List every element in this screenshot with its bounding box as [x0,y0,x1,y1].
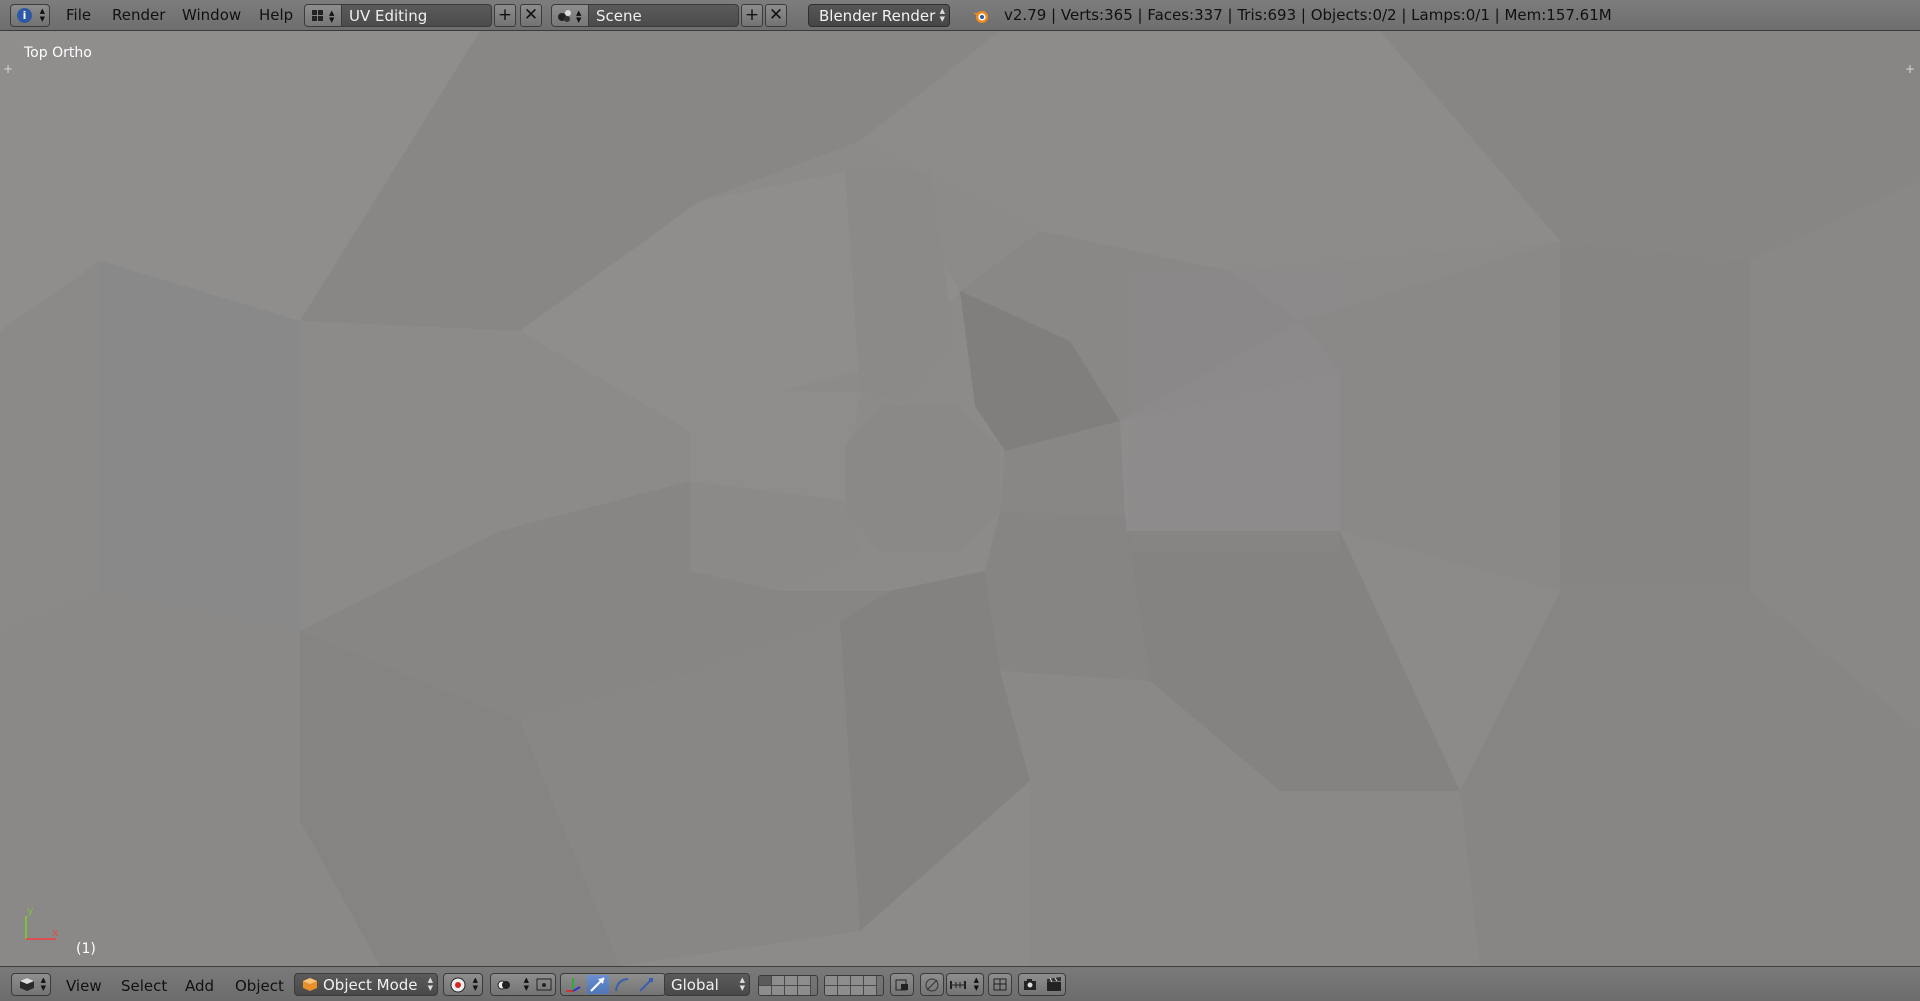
add-scene-button[interactable]: + [741,4,763,27]
layer-buttons-right[interactable] [824,975,884,996]
menu-view[interactable]: View [66,977,102,995]
snap-target-button[interactable] [988,973,1012,996]
layer-2-button[interactable] [772,976,785,986]
object-cube-icon [303,978,317,991]
pivot-point-group: ▲ ▼ [490,973,556,996]
lock-layers-icon [895,979,908,991]
y-axis-label: y [27,904,34,917]
scene-selector[interactable]: ▲ ▼ Scene [551,4,739,27]
scale-manipulator-icon[interactable] [637,976,655,993]
menu-file[interactable]: File [66,6,91,24]
info-header: i ▲ ▼ File Render Window Help ▲ ▼ UV Editi… [0,0,1920,31]
tool-shelf-toggle-icon[interactable]: + [2,61,14,77]
orientation-label: Global [671,976,719,994]
layer-12-button[interactable] [785,986,798,995]
svg-text:▼: ▼ [329,16,335,24]
layer-buttons-left[interactable] [758,975,818,996]
current-frame-label: (1) [76,941,96,957]
layer-4-button[interactable] [798,976,811,986]
updown-arrows-icon: ▲ ▼ [472,976,478,992]
layer-6-button[interactable] [825,976,838,986]
delete-screen-button[interactable]: ✕ [520,4,542,27]
menu-add[interactable]: Add [185,977,214,995]
updown-arrows-icon: ▲ ▼ [39,7,45,23]
layer-13-button[interactable] [798,986,811,995]
add-screen-button[interactable]: + [494,4,516,27]
render-engine-selector[interactable]: Blender Render ▲ ▼ [808,4,950,27]
snap-element-selector[interactable]: ▲ ▼ [946,973,984,996]
menu-window[interactable]: Window [182,6,241,24]
menu-object[interactable]: Object [235,977,284,995]
proportional-editing-icon [925,978,939,992]
info-icon: i [17,8,32,23]
transform-orientation-selector[interactable]: Global ▲ ▼ [664,973,750,996]
layer-5-button[interactable] [759,986,772,995]
interaction-mode-selector[interactable]: Object Mode ▲ ▼ [294,973,438,996]
plus-icon: + [744,5,760,25]
scene-browse-button[interactable]: ▲ ▼ [552,5,589,26]
layer-10-button[interactable] [825,986,838,995]
layer-1-button[interactable] [759,976,772,986]
layer-3-button[interactable] [785,976,798,986]
updown-arrows-icon: ▲ ▼ [973,976,979,992]
scene-name[interactable]: Scene [596,7,642,25]
scene-icon: ▲▼ [558,9,582,24]
mode-label: Object Mode [323,976,418,994]
view-name-label: Top Ortho [24,45,92,61]
close-icon: ✕ [768,5,784,25]
render-animation-icon[interactable] [1045,976,1063,993]
manipulator-toggle-icon[interactable] [564,976,582,993]
3d-viewport[interactable]: y x Top Ortho (1) + + [0,31,1920,966]
plus-icon: + [497,5,513,25]
lock-camera-layers-button[interactable] [890,973,914,996]
snap-target-icon [993,978,1007,991]
layer-7-button[interactable] [838,976,851,986]
manipulate-center-icon[interactable] [535,976,553,993]
layer-17-button[interactable] [851,986,864,995]
proportional-editing-button[interactable] [920,973,944,996]
updown-arrows-icon: ▲ ▼ [427,976,433,992]
layout-grid-icon: ▲▼ [312,9,335,24]
layer-16-button[interactable] [838,986,851,995]
3d-view-cube-icon [20,978,34,991]
layer-18-button[interactable] [864,986,877,995]
editor-type-selector[interactable]: ▲ ▼ [11,973,51,996]
menu-select[interactable]: Select [121,977,167,995]
layer-9-button[interactable] [864,976,877,986]
blender-logo-icon [973,11,988,23]
layout-browse-button[interactable]: ▲ ▼ [305,5,342,26]
snap-increment-icon [950,981,966,989]
updown-arrows-icon: ▲ ▼ [40,976,46,992]
pivot-point-icon[interactable] [495,976,513,993]
translate-arrow-icon [590,977,605,992]
render-buttons-group [1018,973,1066,996]
rotate-manipulator-icon[interactable] [613,976,631,993]
scene-statistics: v2.79 | Verts:365 | Faces:337 | Tris:693… [1004,6,1612,24]
svg-text:▼: ▼ [576,16,582,24]
updown-arrows-icon: ▲ ▼ [523,976,529,992]
updown-arrows-icon: ▲ ▼ [939,7,945,23]
3d-view-header: ▲ ▼ View Select Add Object Object Mode ▲ ▼… [0,966,1920,1001]
manipulator-group [560,973,666,996]
editor-type-selector[interactable]: i ▲ ▼ [10,4,50,27]
shading-sphere-icon [450,977,466,993]
close-icon: ✕ [523,5,539,25]
layer-11-button[interactable] [772,986,785,995]
updown-arrows-icon: ▲ ▼ [739,976,745,992]
menu-render[interactable]: Render [112,6,165,24]
mesh-view[interactable]: y x [0,31,1920,966]
screen-layout-selector[interactable]: ▲ ▼ UV Editing [304,4,492,27]
viewport-shading-selector[interactable]: ▲ ▼ [443,973,483,996]
layer-8-button[interactable] [851,976,864,986]
delete-scene-button[interactable]: ✕ [765,4,787,27]
properties-toggle-icon[interactable]: + [1904,61,1916,77]
translate-manipulator-button[interactable] [587,975,609,994]
render-engine-name: Blender Render [819,7,936,25]
menu-help[interactable]: Help [259,6,293,24]
x-axis-label: x [52,926,59,939]
screen-layout-name[interactable]: UV Editing [349,7,427,25]
render-camera-icon[interactable] [1022,976,1040,993]
